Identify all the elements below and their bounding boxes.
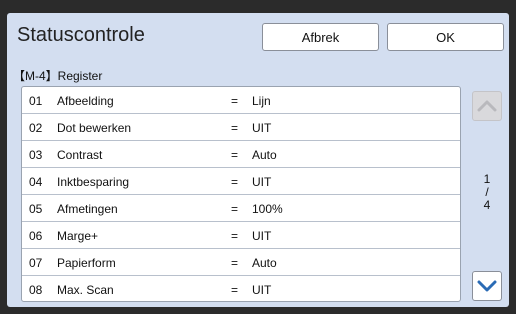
item-value: UIT — [252, 229, 272, 243]
item-number: 03 — [29, 148, 43, 162]
item-name: Papierform — [57, 256, 116, 270]
item-equals: = — [231, 175, 239, 189]
item-value: Auto — [252, 256, 277, 270]
list-item[interactable]: 03 Contrast = Auto — [22, 141, 460, 168]
item-value: 100% — [252, 202, 283, 216]
cancel-button[interactable]: Afbrek — [262, 23, 379, 51]
item-number: 06 — [29, 229, 43, 243]
dialog-header: Statuscontrole Afbrek OK — [7, 13, 509, 61]
item-number: 07 — [29, 256, 43, 270]
item-value: Lijn — [252, 94, 271, 108]
list-item[interactable]: 01 Afbeelding = Lijn — [22, 87, 460, 114]
page-indicator: 1 / 4 — [472, 173, 502, 212]
item-equals: = — [231, 148, 239, 162]
list-item[interactable]: 04 Inktbesparing = UIT — [22, 168, 460, 195]
item-value: Auto — [252, 148, 277, 162]
item-name: Marge+ — [57, 229, 99, 243]
item-name: Afmetingen — [57, 202, 118, 216]
item-equals: = — [231, 283, 239, 297]
list-item[interactable]: 05 Afmetingen = 100% — [22, 195, 460, 222]
chevron-up-icon — [477, 100, 497, 112]
item-number: 01 — [29, 94, 43, 108]
page-title: Statuscontrole — [17, 24, 145, 46]
status-dialog: Statuscontrole Afbrek OK 【M-4】Register 0… — [7, 13, 509, 307]
ok-button[interactable]: OK — [387, 23, 504, 51]
item-name: Contrast — [57, 148, 103, 162]
item-name: Dot bewerken — [57, 121, 132, 135]
item-equals: = — [231, 121, 239, 135]
item-equals: = — [231, 229, 239, 243]
item-equals: = — [231, 94, 239, 108]
list-item[interactable]: 08 Max. Scan = UIT — [22, 276, 460, 301]
item-name: Afbeelding — [57, 94, 114, 108]
item-value: UIT — [252, 283, 272, 297]
scroll-down-button[interactable] — [472, 271, 502, 301]
page-total: 4 — [483, 198, 491, 212]
item-value: UIT — [252, 175, 272, 189]
item-equals: = — [231, 256, 239, 270]
settings-list: 01 Afbeelding = Lijn 02 Dot bewerken = U… — [21, 86, 461, 302]
item-number: 08 — [29, 283, 43, 297]
item-number: 05 — [29, 202, 43, 216]
item-name: Max. Scan — [57, 283, 114, 297]
list-item[interactable]: 02 Dot bewerken = UIT — [22, 114, 460, 141]
section-label: 【M-4】Register — [13, 69, 103, 83]
item-number: 02 — [29, 121, 43, 135]
item-number: 04 — [29, 175, 43, 189]
chevron-down-icon — [477, 280, 497, 292]
list-item[interactable]: 06 Marge+ = UIT — [22, 222, 460, 249]
scroll-up-button[interactable] — [472, 91, 502, 121]
list-item[interactable]: 07 Papierform = Auto — [22, 249, 460, 276]
item-value: UIT — [252, 121, 272, 135]
item-equals: = — [231, 202, 239, 216]
item-name: Inktbesparing — [57, 175, 130, 189]
